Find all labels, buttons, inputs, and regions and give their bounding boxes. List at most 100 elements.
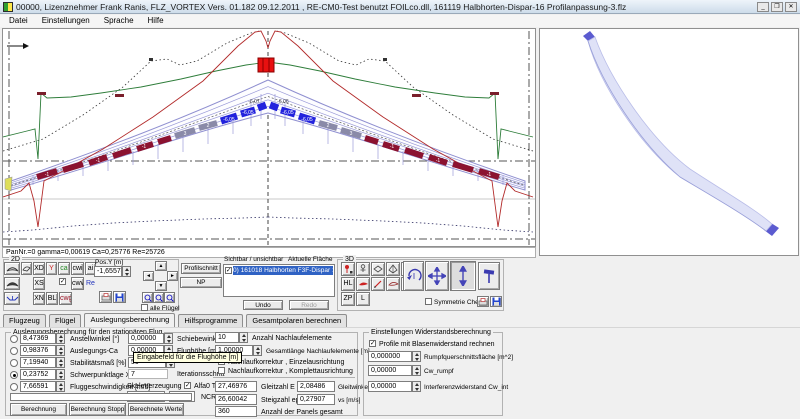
menu-einstellungen[interactable]: Einstellungen [35, 15, 97, 27]
xd-button[interactable]: XD [33, 262, 45, 275]
maximize-button[interactable]: ❐ [771, 1, 783, 12]
radio-anstellwinkel[interactable] [10, 335, 18, 343]
zoom-fit-icon[interactable] [164, 292, 175, 303]
profilschnitt-button[interactable]: Profilschnitt [181, 263, 221, 274]
cwi-button[interactable]: cwi [71, 262, 84, 275]
surfaces-listbox[interactable]: 0) 161018 Halbhorten F3F-Dispar 14-cA=0 [223, 264, 335, 297]
pan-right-icon[interactable]: ► [167, 271, 178, 281]
alle-fluegel-checkbox[interactable] [141, 304, 148, 311]
print-icon[interactable] [99, 291, 112, 303]
menu-hilfe[interactable]: Hilfe [141, 15, 171, 27]
profile-flap-icon[interactable] [21, 262, 32, 275]
save-3d-icon[interactable] [490, 296, 502, 307]
surface-list-item[interactable]: 0) 161018 Halbhorten F3F-Dispar 14-cA=0 [233, 266, 333, 275]
wing-frontview-icon[interactable] [4, 292, 20, 305]
cwv-button[interactable]: cwv [71, 277, 84, 290]
ca-button[interactable]: ca [58, 262, 70, 275]
pan-down-icon[interactable]: ▼ [155, 281, 167, 291]
radio-stabilitaetsmass[interactable] [10, 359, 18, 367]
title-bar[interactable]: 00000, Lizenznehmer Frank Ranis, FLZ_VOR… [0, 0, 800, 14]
minimize-button[interactable]: _ [757, 1, 769, 12]
tab-hilfsprogramme[interactable]: Hilfsprogramme [178, 314, 244, 327]
berechnung-stopp-button[interactable]: Berechnung Stopp [69, 403, 126, 416]
redo-button[interactable]: Redo [289, 300, 329, 310]
blasenwiderstand-checkbox[interactable] [369, 340, 376, 347]
menu-sprache[interactable]: Sprache [97, 15, 141, 27]
xn-button[interactable]: XN [33, 292, 45, 305]
print-3d-icon[interactable] [477, 296, 489, 307]
gamma-button[interactable]: Y [46, 262, 57, 275]
radio-schwerpunktlage[interactable] [10, 371, 18, 379]
tab-auslegungsberechnung[interactable]: Auslegungsberechnung [84, 313, 176, 327]
cwg-button[interactable]: cwg [59, 292, 72, 305]
rumpfquerschnitt-field[interactable]: 0,000000 [368, 351, 412, 362]
airfoil-red-icon[interactable] [356, 277, 370, 291]
planform-2d-view[interactable]: -1 -1 -1 -1 -1 -1 3 2 3 2 -6,05 -6,05 -6… [2, 28, 536, 247]
zoom-out-icon[interactable] [153, 292, 164, 303]
panel-h-icon[interactable] [371, 262, 385, 276]
xs-button[interactable]: XS [33, 277, 45, 290]
komplettausrichtung-checkbox[interactable] [218, 367, 225, 374]
schwerpunktlage-field[interactable]: 0,23752 [20, 369, 56, 380]
move-3d-icon[interactable] [425, 261, 449, 291]
posy-spinner[interactable] [122, 266, 131, 277]
re-label[interactable]: Re [86, 279, 95, 288]
fluggeschwindigkeit-spinner[interactable] [56, 381, 65, 392]
radio-fluggeschwindigkeit[interactable] [10, 383, 18, 391]
pen-icon[interactable] [371, 277, 385, 291]
zoom-in-icon[interactable] [142, 292, 153, 303]
airfoil-outline-icon[interactable] [386, 277, 400, 291]
tab-gesamtpolaren[interactable]: Gesamtpolaren berechnen [246, 314, 348, 327]
observer-icon[interactable] [341, 262, 355, 276]
panel-v-icon[interactable] [386, 262, 400, 276]
zp-button[interactable]: ZP [341, 292, 355, 306]
pan-up-icon[interactable]: ▲ [155, 261, 167, 271]
cw-rumpf-field[interactable]: 0,00000 [368, 365, 412, 376]
close-button[interactable]: ✕ [785, 1, 797, 12]
anstellwinkel-spinner[interactable] [56, 333, 65, 344]
ca-checkbox[interactable] [59, 278, 66, 285]
auslegungs-ca-field[interactable]: 0,98376 [20, 345, 56, 356]
rotate-3d-icon[interactable] [403, 261, 424, 291]
wing-topview-icon[interactable] [4, 262, 20, 275]
rumpfquerschnitt-spinner[interactable] [412, 351, 421, 362]
save-icon[interactable] [113, 291, 126, 303]
build-3d-icon[interactable] [478, 262, 500, 290]
hl-button[interactable]: HL [341, 277, 355, 291]
schiebewinkel-spinner[interactable] [164, 333, 173, 344]
np-verschieben-button[interactable]: NP verschieben [180, 277, 222, 288]
undo-button[interactable]: Undo [243, 300, 283, 310]
radio-auslegungs-ca[interactable] [10, 347, 18, 355]
anstellwinkel-field[interactable]: 8,47369 [20, 333, 56, 344]
bl-button[interactable]: BL [46, 292, 58, 305]
schwerpunktlage-spinner[interactable] [56, 369, 65, 380]
posy-field[interactable]: -1,65574 [94, 266, 122, 277]
schiebewinkel-field[interactable]: 0,00000 [128, 333, 164, 344]
symmetrie-check-checkbox[interactable] [425, 298, 432, 305]
menu-datei[interactable]: Datei [2, 15, 35, 27]
pan-left-icon[interactable]: ◄ [143, 271, 154, 281]
root-selection-marker[interactable] [257, 57, 275, 73]
berechnung-starten-button[interactable]: Berechnung starten [10, 403, 67, 416]
l-button[interactable]: L [356, 292, 370, 306]
stabilitaetsmass-field[interactable]: 7,19940 [20, 357, 56, 368]
iterationsschritt-field[interactable]: 7 [128, 369, 168, 379]
stabilitaetsmass-spinner[interactable] [56, 357, 65, 368]
anzahl-nachlauf-field[interactable]: 10 [215, 332, 239, 343]
cw-int-field[interactable]: 0,00000 [368, 381, 412, 392]
zoom-3d-icon[interactable] [450, 261, 476, 291]
surface-visible-checkbox[interactable] [225, 267, 232, 274]
tab-fluegel[interactable]: Flügel [48, 314, 82, 327]
figure-icon[interactable] [356, 262, 370, 276]
cw-rumpf-spinner[interactable] [412, 365, 421, 376]
auslegungs-ca-spinner[interactable] [56, 345, 65, 356]
wing-filled-icon[interactable] [4, 277, 20, 290]
berechnete-werte-button[interactable]: Berechnete Werte [128, 403, 184, 416]
tab-flugzeug[interactable]: Flugzeug [3, 314, 46, 327]
alfa0-tat-checkbox[interactable] [184, 382, 191, 389]
cw-int-spinner[interactable] [412, 381, 421, 392]
fluggeschwindigkeit-field[interactable]: 7,66591 [20, 381, 56, 392]
wing-3d-view[interactable] [539, 28, 799, 256]
gesamtlaenge-spinner[interactable] [253, 345, 262, 356]
anzahl-nachlauf-spinner[interactable] [239, 332, 248, 343]
